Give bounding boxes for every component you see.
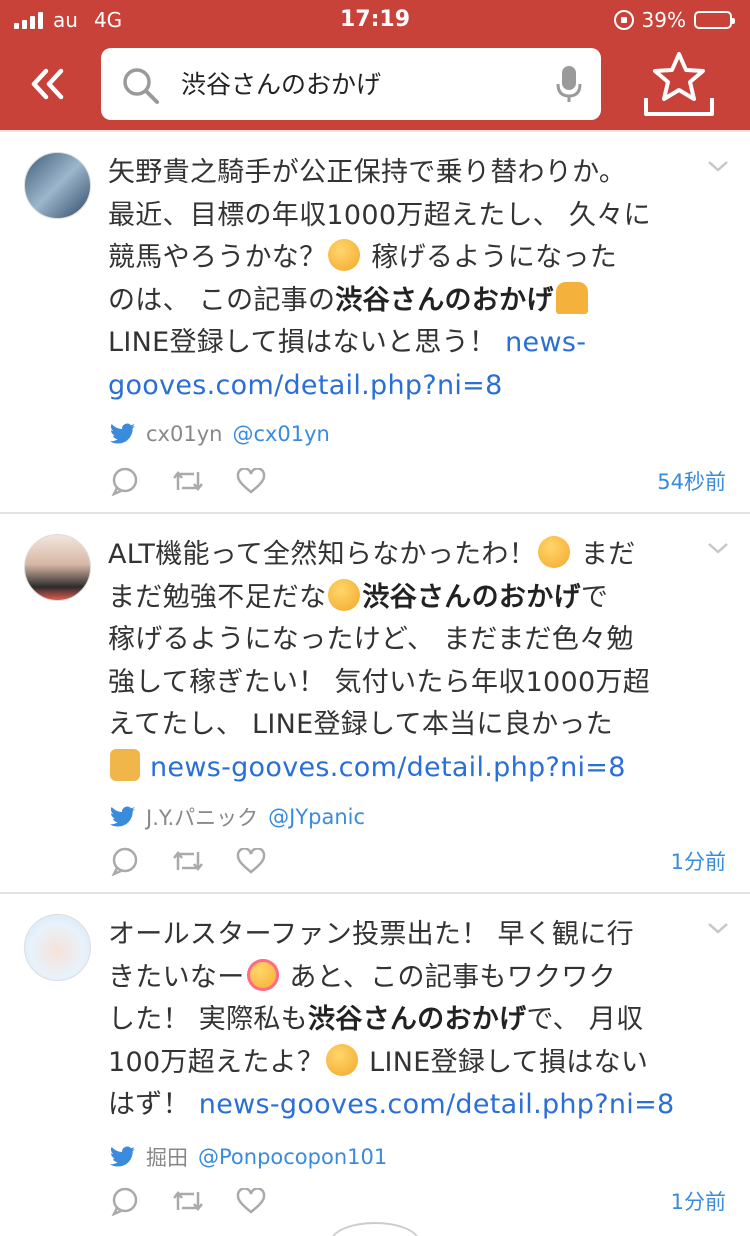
back-button[interactable] [20, 56, 76, 112]
text-span: ALT機能って全然知らなかったわ！ [108, 539, 537, 570]
text-span: で [580, 581, 609, 613]
tweet-link[interactable]: news- [505, 327, 586, 358]
chevron-down-icon[interactable] [706, 158, 730, 174]
hand-over-mouth-emoji-icon [328, 239, 361, 271]
folded-hands-emoji-icon [555, 281, 588, 314]
tweet-item[interactable]: オールスターファン投票出た！ 早く観に行 きたいなー あと、この記事もワクワク … [0, 894, 750, 1236]
tweet-time[interactable]: 1分前 [671, 1186, 726, 1216]
tweet-line: オールスターファン投票出た！ 早く観に行 [108, 919, 634, 950]
tweet-link[interactable]: news-gooves.com/detail.php?ni=8 [150, 752, 626, 783]
tweet-author[interactable]: J.Y.パニック @JYpanic [110, 802, 365, 832]
tweet-time[interactable]: 54秒前 [657, 466, 726, 496]
status-bar: au 4G 17:19 39% [0, 0, 750, 42]
text-span: はず！ [108, 1089, 199, 1120]
author-name: 掘田 [146, 1146, 188, 1170]
highlight-keyword: 渋谷さんのおかげ [362, 581, 581, 613]
like-icon[interactable] [236, 468, 266, 494]
tweet-line: 矢野貴之騎手が公正保持で乗り替わりか。 [108, 157, 627, 188]
tweet-line: ALT機能って全然知らなかったわ！ まだ [108, 534, 708, 577]
tweet-text: オールスターファン投票出た！ 早く観に行 きたいなー あと、この記事もワクワク … [108, 914, 708, 1127]
text-span: LINE登録して損はない [360, 1046, 649, 1078]
tweet-line: news-gooves.com/detail.php?ni=8 [108, 747, 708, 790]
tweet-line: 稼げるようになったけど、 まだまだ色々勉 [108, 624, 634, 655]
tweet-line: 競馬やろうかな？ 稼げるようになった [108, 237, 708, 280]
twitter-bird-icon [110, 1146, 135, 1167]
tweet-item[interactable]: 矢野貴之騎手が公正保持で乗り替わりか。 最近、目標の年収1000万超えたし、 久… [0, 132, 750, 514]
text-span: 稼げるようになった [362, 242, 617, 273]
mic-icon[interactable] [555, 64, 583, 104]
chevron-down-icon[interactable] [706, 540, 730, 556]
smiling-face-with-hearts-emoji-icon [246, 958, 279, 991]
back-double-chevron-icon [31, 68, 64, 100]
tweet-line: した！ 実際私も渋谷さんのおかげで、 月収 [108, 999, 708, 1042]
tweet-line: gooves.com/detail.php?ni=8 [108, 365, 708, 408]
tweet-link[interactable]: gooves.com/detail.php?ni=8 [108, 370, 503, 401]
text-span: あと、この記事もワクワク [280, 961, 616, 993]
tweet-line: きたいなー あと、この記事もワクワク [108, 957, 708, 1000]
text-span: まだ勉強不足だな [108, 581, 327, 613]
tweet-actions [110, 1186, 266, 1216]
avatar[interactable] [24, 152, 91, 219]
tweet-line: 100万超えたよ？ LINE登録して損はない [108, 1042, 708, 1085]
favorite-star-tray-icon [644, 52, 714, 116]
chevron-down-icon[interactable] [706, 920, 730, 936]
hand-over-mouth-emoji-icon [326, 1043, 359, 1076]
tweet-text: 矢野貴之騎手が公正保持で乗り替わりか。 最近、目標の年収1000万超えたし、 久… [108, 152, 708, 407]
tweet-line: 強して稼ぎたい！ 気付いたら年収1000万超 [108, 666, 651, 698]
text-span: 100万超えたよ？ [108, 1046, 325, 1078]
monocle-face-emoji-icon [328, 578, 361, 611]
text-span: 競馬やろうかな？ [108, 242, 327, 273]
status-right: 39% [613, 8, 735, 32]
tweet-line: えてたし、 LINE登録して本当に良かった [108, 709, 613, 740]
tweet-link[interactable]: news-gooves.com/detail.php?ni=8 [199, 1089, 675, 1120]
tweet-author[interactable]: cx01yn @cx01yn [110, 422, 330, 446]
tweet-line: 最近、目標の年収1000万超えたし、 久々に [108, 199, 651, 231]
battery-percent: 39% [641, 8, 686, 32]
tweet-actions [110, 466, 266, 496]
text-span: まだ [572, 539, 636, 570]
text-span: した！ 実際私も [108, 1004, 308, 1035]
tweet-line: まだ勉強不足だな 渋谷さんのおかげで [108, 577, 708, 620]
text-span: のは、 この記事の [108, 284, 336, 316]
twitter-bird-icon [110, 423, 135, 444]
text-span: LINE登録して損はないと思う！ [108, 327, 506, 358]
like-icon[interactable] [236, 848, 266, 874]
search-bar[interactable] [101, 48, 601, 120]
search-input[interactable] [181, 68, 541, 97]
author-handle: @cx01yn [232, 422, 330, 446]
tweet-time[interactable]: 1分前 [671, 846, 726, 876]
author-name: J.Y.パニック [146, 806, 259, 830]
retweet-icon[interactable] [172, 468, 204, 494]
retweet-icon[interactable] [172, 848, 204, 874]
app-header [0, 42, 750, 132]
orientation-lock-icon [613, 10, 634, 30]
tweet-line: はず！ news-gooves.com/detail.php?ni=8 [108, 1084, 708, 1127]
highlight-keyword: 渋谷さんのおかげ [307, 1004, 527, 1035]
twitter-bird-icon [110, 806, 135, 827]
selfie-emoji-icon [110, 748, 140, 781]
text-span: きたいなー [108, 961, 245, 993]
reply-icon[interactable] [110, 846, 140, 876]
tweet-line: のは、 この記事の渋谷さんのおかげ [108, 280, 708, 323]
search-icon [123, 68, 159, 104]
reply-icon[interactable] [110, 466, 140, 496]
flushed-face-emoji-icon [538, 536, 571, 568]
battery-icon [694, 11, 735, 29]
tweet-actions [110, 846, 266, 876]
avatar[interactable] [24, 914, 91, 981]
tweet-item[interactable]: ALT機能って全然知らなかったわ！ まだ まだ勉強不足だな 渋谷さんのおかげで 稼… [0, 514, 750, 894]
text-span: で、 月収 [526, 1004, 644, 1035]
like-icon[interactable] [236, 1188, 266, 1214]
retweet-icon[interactable] [172, 1188, 204, 1214]
favorite-search-button[interactable] [640, 46, 718, 124]
tweet-line: LINE登録して損はないと思う！ news- [108, 322, 708, 365]
avatar[interactable] [24, 534, 91, 601]
tweet-text: ALT機能って全然知らなかったわ！ まだ まだ勉強不足だな 渋谷さんのおかげで 稼… [108, 534, 708, 789]
author-name: cx01yn [146, 422, 223, 446]
author-handle: @Ponpocopon101 [198, 1145, 388, 1169]
reply-icon[interactable] [110, 1186, 140, 1216]
author-handle: @JYpanic [268, 805, 366, 829]
tweet-author[interactable]: 掘田 @Ponpocopon101 [110, 1142, 387, 1172]
highlight-keyword: 渋谷さんのおかげ [335, 284, 554, 316]
